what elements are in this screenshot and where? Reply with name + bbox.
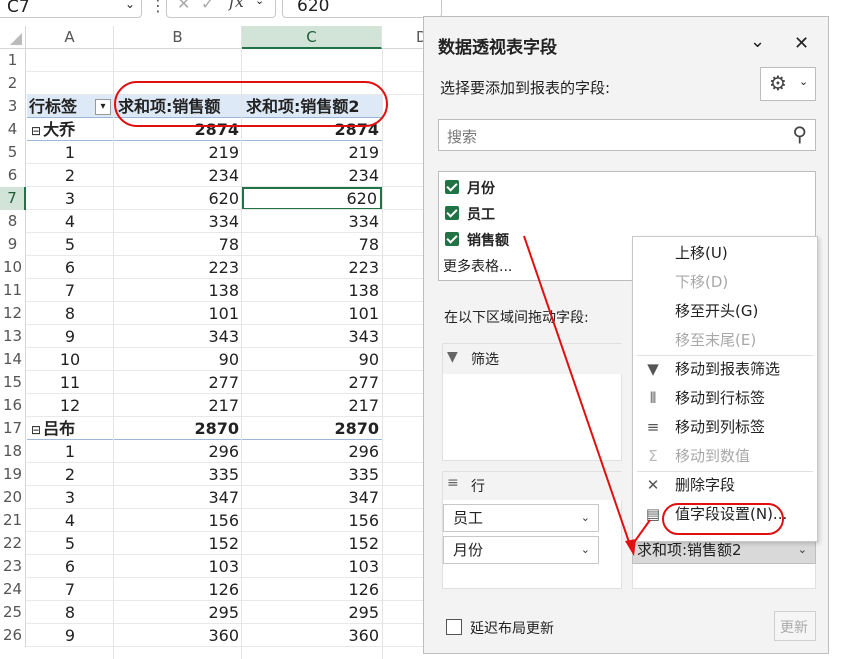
annotation-arrow	[523, 235, 651, 556]
